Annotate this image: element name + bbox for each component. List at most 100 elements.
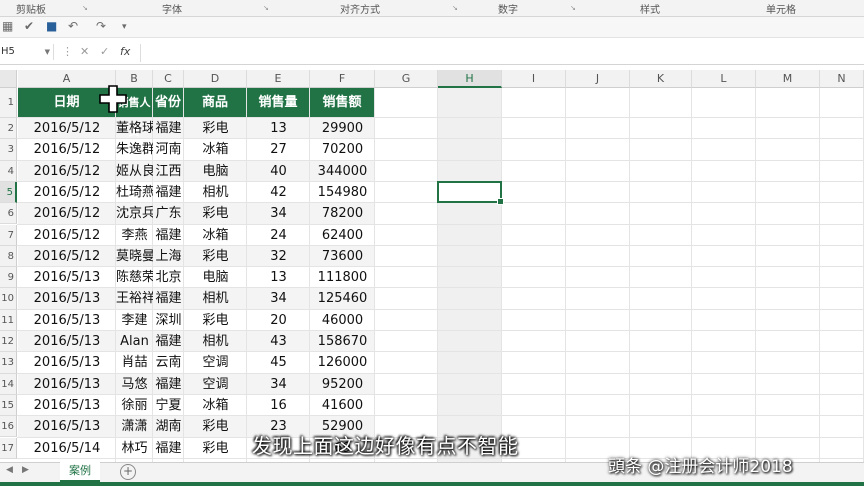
row-header-13[interactable]: 13 [0, 352, 17, 374]
table-cell[interactable]: 40 [247, 161, 310, 182]
table-cell[interactable]: 43 [247, 331, 310, 352]
table-cell[interactable]: 河南 [153, 139, 184, 160]
table-cell[interactable]: 空调 [184, 352, 247, 373]
ribbon-group-number[interactable]: 数字 [498, 1, 518, 16]
table-cell[interactable]: 相机 [184, 331, 247, 352]
redo-icon[interactable]: ↷ [96, 19, 106, 33]
column-header-l[interactable]: L [692, 70, 756, 88]
table-cell[interactable]: 34 [247, 374, 310, 395]
table-cell[interactable]: 154980 [310, 182, 375, 203]
table-cell[interactable]: 潇潇 [116, 416, 153, 437]
row-header-12[interactable]: 12 [0, 331, 17, 353]
table-cell[interactable]: Alan [116, 331, 153, 352]
table-cell[interactable]: 李燕 [116, 225, 153, 246]
table-cell[interactable]: 2016/5/13 [18, 416, 116, 437]
clipboard-launcher-icon[interactable]: ↘ [82, 4, 88, 12]
table-cell[interactable]: 空调 [184, 374, 247, 395]
column-header-f[interactable]: F [310, 70, 375, 88]
worksheet-grid[interactable]: A B C D E F G H I J K L M N 1 2 3 4 5 6 7 8 9 10 11 12 13 14 15 16 17 日… [0, 70, 864, 462]
enter-icon[interactable]: ✓ [100, 45, 109, 58]
column-header-k[interactable]: K [630, 70, 692, 88]
font-launcher-icon[interactable]: ↘ [263, 4, 269, 12]
table-cell[interactable]: 2016/5/13 [18, 331, 116, 352]
row-header-16[interactable]: 16 [0, 416, 17, 438]
table-cell[interactable]: 344000 [310, 161, 375, 182]
table-cell[interactable]: 冰箱 [184, 139, 247, 160]
table-cell[interactable]: 彩电 [184, 416, 247, 437]
row-header-6[interactable]: 6 [0, 203, 17, 225]
check-icon[interactable]: ✔ [24, 19, 34, 33]
table-icon[interactable]: ▦ [2, 19, 13, 33]
table-cell[interactable]: 相机 [184, 182, 247, 203]
table-cell[interactable]: 29900 [310, 118, 375, 139]
table-cell[interactable]: 马悠 [116, 374, 153, 395]
table-cell[interactable]: 冰箱 [184, 395, 247, 416]
table-cell[interactable]: 湖南 [153, 416, 184, 437]
table-cell[interactable]: 沈京兵 [116, 203, 153, 224]
table-cell[interactable]: 45 [247, 352, 310, 373]
table-cell[interactable]: 福建 [153, 438, 184, 459]
table-cell[interactable]: 34 [247, 203, 310, 224]
table-cell[interactable]: 北京 [153, 267, 184, 288]
customize-toolbar-icon[interactable]: ▾ [122, 22, 127, 32]
save-icon[interactable]: ■ [46, 19, 57, 33]
table-cell[interactable]: 李建 [116, 310, 153, 331]
table-cell[interactable]: 福建 [153, 182, 184, 203]
table-cell[interactable]: 2016/5/12 [18, 225, 116, 246]
row-header-17[interactable]: 17 [0, 437, 17, 459]
table-cell[interactable]: 95200 [310, 374, 375, 395]
table-cell[interactable]: 111800 [310, 267, 375, 288]
table-cell[interactable]: 2016/5/12 [18, 182, 116, 203]
table-cell[interactable]: 深圳 [153, 310, 184, 331]
ribbon-group-clipboard[interactable]: 剪贴板 [16, 1, 46, 16]
table-cell[interactable]: 62400 [310, 225, 375, 246]
table-cell[interactable]: 27 [247, 139, 310, 160]
table-cell[interactable]: 16 [247, 395, 310, 416]
column-header-n[interactable]: N [820, 70, 864, 88]
table-cell[interactable]: 朱逸群 [116, 139, 153, 160]
table-cell[interactable]: 彩电 [184, 246, 247, 267]
row-header-11[interactable]: 11 [0, 309, 17, 331]
table-cell[interactable]: 姬从良 [116, 161, 153, 182]
undo-icon[interactable]: ↶ [68, 19, 78, 33]
column-header-e[interactable]: E [247, 70, 310, 88]
table-cell[interactable]: 相机 [184, 288, 247, 309]
table-cell[interactable]: 江西 [153, 161, 184, 182]
table-cell[interactable]: 2016/5/13 [18, 288, 116, 309]
table-cell[interactable]: 彩电 [184, 310, 247, 331]
table-cell[interactable]: 73600 [310, 246, 375, 267]
table-cell[interactable]: 彩电 [184, 203, 247, 224]
table-cell[interactable]: 广东 [153, 203, 184, 224]
ribbon-group-cells[interactable]: 单元格 [766, 1, 796, 16]
table-cell[interactable]: 上海 [153, 246, 184, 267]
table-cell[interactable]: 24 [247, 225, 310, 246]
row-header-8[interactable]: 8 [0, 245, 17, 268]
row-header-14[interactable]: 14 [0, 373, 17, 395]
table-cell[interactable]: 2016/5/13 [18, 395, 116, 416]
table-cell[interactable]: 林巧 [116, 438, 153, 459]
row-header-2[interactable]: 2 [0, 118, 17, 140]
table-cell[interactable]: 41600 [310, 395, 375, 416]
table-cell[interactable]: 13 [247, 118, 310, 139]
table-cell[interactable]: 13 [247, 267, 310, 288]
column-header-d[interactable]: D [184, 70, 247, 88]
column-header-h[interactable]: H [438, 70, 502, 88]
chevron-down-icon[interactable]: ▼ [45, 44, 50, 60]
row-header-4[interactable]: 4 [0, 160, 17, 182]
table-cell[interactable]: 福建 [153, 225, 184, 246]
table-cell[interactable]: 福建 [153, 331, 184, 352]
table-cell[interactable]: 32 [247, 246, 310, 267]
name-box[interactable]: H5 ▼ [0, 44, 54, 60]
table-cell[interactable]: 云南 [153, 352, 184, 373]
table-cell[interactable]: 2016/5/12 [18, 118, 116, 139]
row-header-3[interactable]: 3 [0, 139, 17, 161]
table-cell[interactable]: 34 [247, 288, 310, 309]
row-header-10[interactable]: 10 [0, 288, 17, 310]
table-cell[interactable]: 王裕祥 [116, 288, 153, 309]
tab-scroll-left-icon[interactable]: ◀ [6, 465, 13, 475]
table-cell[interactable]: 电脑 [184, 161, 247, 182]
row-header-15[interactable]: 15 [0, 394, 17, 417]
ribbon-group-font[interactable]: 字体 [162, 1, 182, 16]
table-cell[interactable]: 徐丽 [116, 395, 153, 416]
table-cell[interactable]: 2016/5/13 [18, 374, 116, 395]
